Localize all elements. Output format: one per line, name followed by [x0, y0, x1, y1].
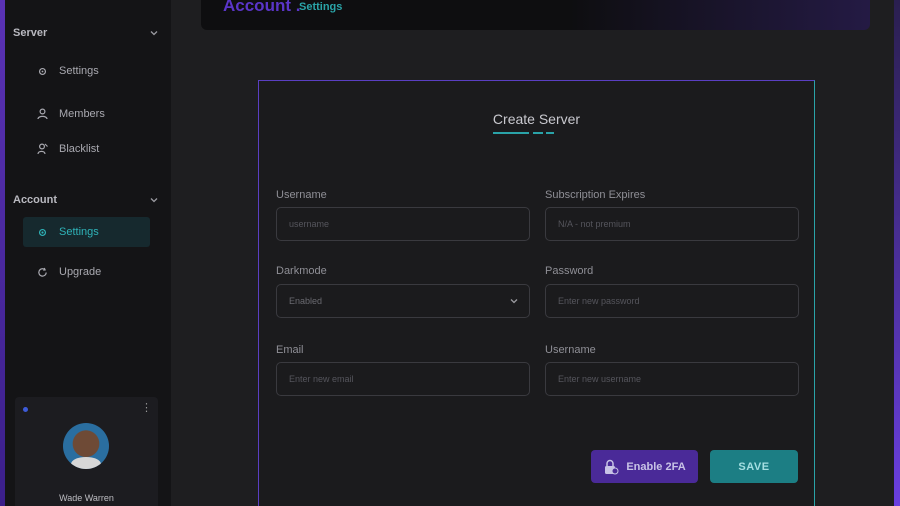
sidebar-item-label: Settings [59, 226, 99, 238]
subscription-label: Subscription Expires [545, 189, 646, 201]
title-underline [493, 132, 529, 134]
sidebar-section-server[interactable]: Server [13, 27, 159, 39]
gear-icon [31, 64, 53, 78]
enable-2fa-label: Enable 2FA [626, 460, 686, 473]
enable-2fa-button[interactable]: Enable 2FA [591, 450, 698, 483]
new-username-field[interactable]: Enter new username [545, 362, 799, 396]
darkmode-label: Darkmode [276, 265, 327, 277]
email-label: Email [276, 344, 304, 356]
kebab-menu-icon[interactable]: ⋮ [141, 403, 152, 414]
email-field[interactable]: Enter new email [276, 362, 530, 396]
username-label: Username [276, 189, 327, 201]
sidebar-item-blacklist[interactable]: Blacklist [23, 134, 150, 164]
profile-name: Wade Warren [59, 493, 114, 503]
darkmode-value: Enabled [289, 296, 323, 306]
sidebar-section-title: Account [13, 194, 57, 206]
subscription-field[interactable]: N/A - not premium [545, 207, 799, 241]
chevron-down-icon [150, 31, 158, 36]
sidebar-item-label: Settings [59, 65, 99, 77]
right-accent-edge [894, 0, 900, 506]
chevron-down-icon [510, 299, 518, 304]
sidebar-section-account[interactable]: Account [13, 194, 159, 206]
title-underline-dash [533, 132, 543, 134]
sidebar-item-upgrade[interactable]: Upgrade [23, 257, 150, 287]
status-dot [23, 407, 28, 412]
save-button[interactable]: SAVE [710, 450, 798, 483]
breadcrumb-sub: Settings [299, 1, 343, 13]
darkmode-select[interactable]: Enabled [276, 284, 530, 318]
username-field[interactable]: username [276, 207, 530, 241]
sidebar-item-label: Members [59, 108, 105, 120]
profile-card: ⋮ Wade Warren [15, 397, 158, 506]
avatar[interactable] [63, 423, 109, 469]
sidebar-item-members[interactable]: Members [23, 99, 150, 129]
gear-icon [31, 225, 53, 239]
new-username-label: Username [545, 344, 596, 356]
title-underline-dash [546, 132, 554, 134]
password-label: Password [545, 265, 594, 277]
create-server-card: Create Server Username username Subscrip… [258, 80, 815, 506]
header-bar: Account . Settings [201, 0, 870, 30]
sidebar-item-server-settings[interactable]: Settings [23, 56, 150, 86]
sidebar: Server Settings Members Blacklist Accoun… [5, 0, 171, 506]
sidebar-item-label: Blacklist [59, 143, 100, 155]
lock-icon [605, 459, 619, 474]
chevron-down-icon [150, 198, 158, 203]
card-title: Create Server [492, 111, 581, 127]
sidebar-item-label: Upgrade [59, 266, 102, 278]
breadcrumb-main: Account . [223, 0, 301, 15]
refresh-icon [31, 265, 53, 279]
user-icon [31, 107, 53, 121]
sidebar-section-title: Server [13, 27, 48, 39]
sidebar-item-account-settings[interactable]: Settings [23, 217, 150, 247]
password-field[interactable]: Enter new password [545, 284, 799, 318]
user-block-icon [31, 142, 53, 156]
